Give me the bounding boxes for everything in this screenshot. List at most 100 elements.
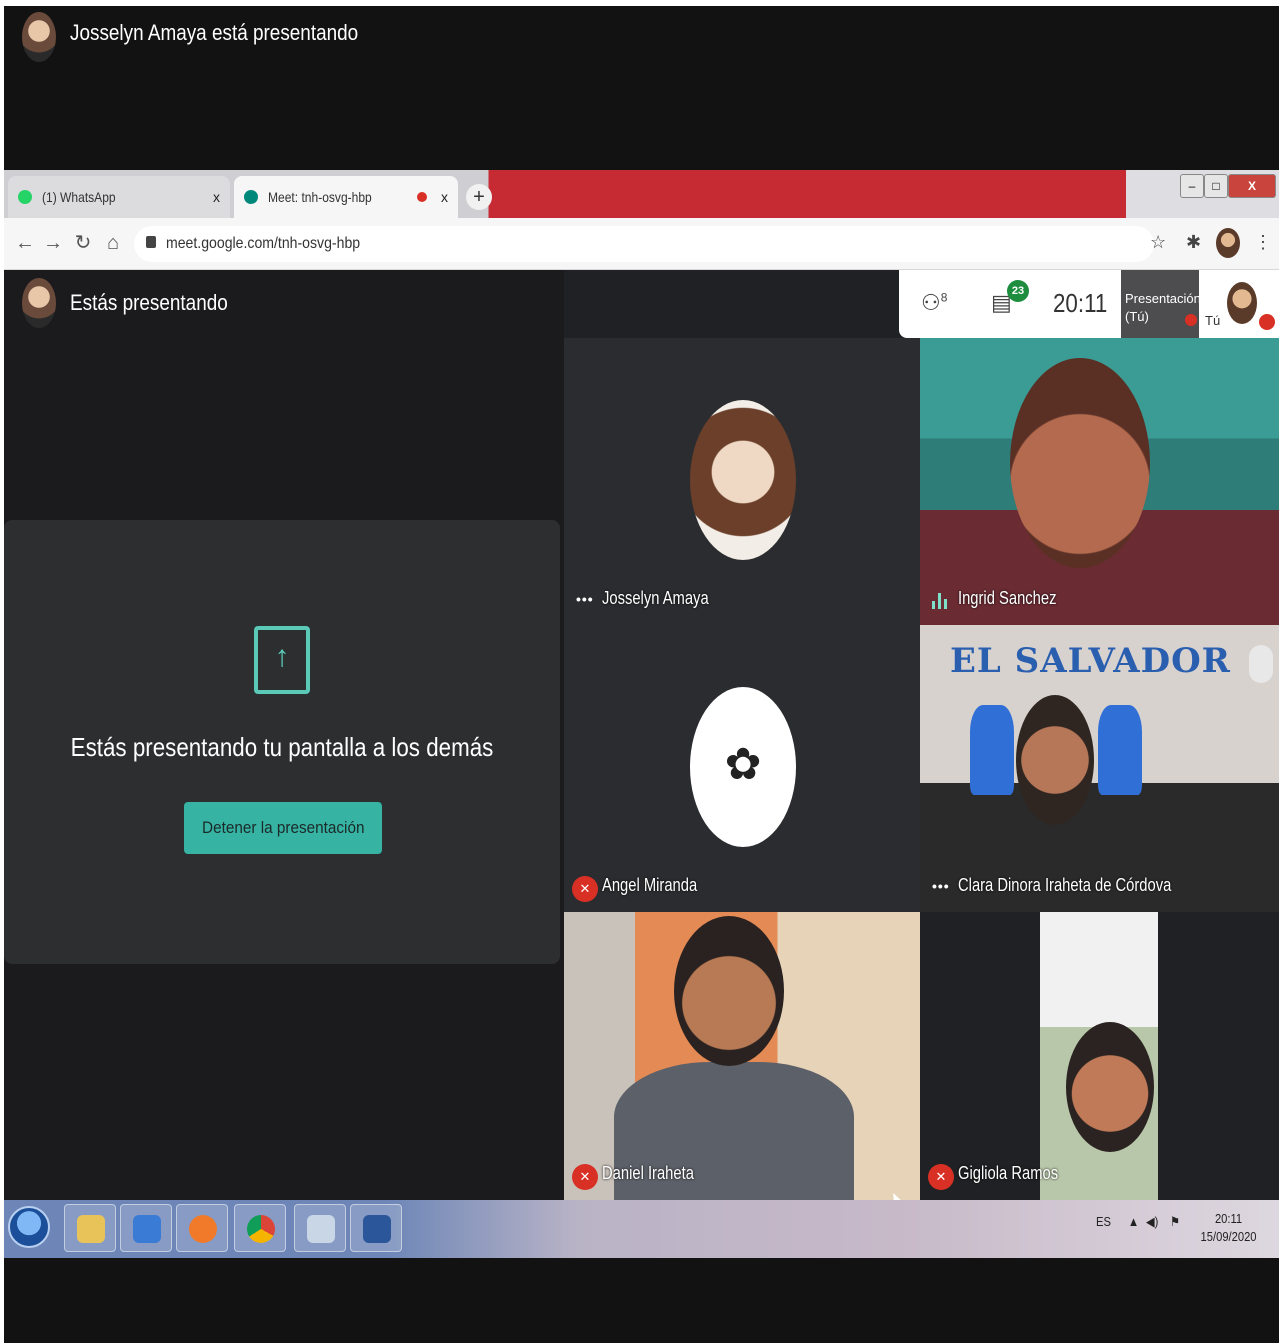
- maximize-button[interactable]: □: [1204, 174, 1228, 198]
- participant-tile-daniel[interactable]: ✕ Daniel Iraheta: [564, 912, 920, 1200]
- participant-tile-gigliola[interactable]: ✕ Gigliola Ramos: [920, 912, 1279, 1200]
- close-window-button[interactable]: X: [1228, 174, 1276, 198]
- taskbar: ES ▲ ◀) ⚑ 20:11 15/09/2020: [4, 1200, 1279, 1258]
- extensions-icon[interactable]: ✱: [1186, 232, 1201, 253]
- chrome-icon: [247, 1215, 275, 1243]
- video-feed: [1016, 695, 1094, 825]
- action-center-flag-icon[interactable]: ⚑: [1170, 1214, 1180, 1230]
- stop-presenting-button[interactable]: Detener la presentación: [184, 802, 382, 854]
- participant-name: Josselyn Amaya: [602, 588, 709, 608]
- decoration: [1098, 705, 1142, 795]
- participant-name: Angel Miranda: [602, 875, 698, 895]
- profile-avatar[interactable]: [1216, 228, 1240, 258]
- taskbar-word[interactable]: [350, 1204, 402, 1252]
- browser-window: (1) WhatsApp x Meet: tnh-osvg-hbp x + – …: [4, 170, 1279, 1213]
- reload-icon[interactable]: ↻: [72, 232, 94, 254]
- tab-whatsapp[interactable]: (1) WhatsApp x: [8, 176, 230, 218]
- self-tile-title: Presentación: [1125, 291, 1201, 306]
- speaking-indicator-icon: [932, 593, 948, 609]
- participant-name: Ingrid Sanchez: [958, 588, 1057, 608]
- firefox-icon: [189, 1215, 217, 1243]
- clock-time: 20:11: [1214, 1211, 1243, 1226]
- mic-off-icon: ✕: [572, 876, 598, 902]
- video-feed: [1066, 1022, 1154, 1152]
- chat-icon[interactable]: ▤ 23: [991, 280, 1029, 316]
- home-icon[interactable]: ⌂: [102, 232, 124, 254]
- mic-off-icon: [1185, 314, 1197, 326]
- chat-badge: 23: [1007, 280, 1029, 302]
- self-avatar[interactable]: [1227, 282, 1257, 324]
- avatar: [690, 400, 796, 560]
- participant-name: Gigliola Ramos: [958, 1163, 1059, 1183]
- people-icon[interactable]: ⚇8: [921, 290, 947, 316]
- background-banner-text: EL SALVADOR: [950, 641, 1231, 681]
- close-tab-icon[interactable]: x: [213, 189, 220, 205]
- media-player-icon: [133, 1215, 161, 1243]
- presenting-message: Estás presentando tu pantalla a los demá…: [70, 732, 494, 762]
- tab-label: (1) WhatsApp: [42, 189, 116, 205]
- mic-off-icon: ✕: [928, 1164, 954, 1190]
- mic-off-icon: ✕: [572, 1164, 598, 1190]
- presenting-label: Estás presentando: [70, 290, 228, 315]
- snipping-tool-icon: [307, 1215, 335, 1243]
- recording-icon: [417, 192, 427, 202]
- url-text: meet.google.com/tnh-osvg-hbp: [166, 235, 361, 252]
- people-count: 8: [940, 290, 948, 305]
- decoration: [970, 705, 1014, 795]
- meet-icon: [244, 190, 258, 204]
- browser-toolbar: ← → ↻ ⌂ meet.google.com/tnh-osvg-hbp ☆ ✱…: [4, 218, 1279, 270]
- taskbar-explorer[interactable]: [64, 1204, 116, 1252]
- stop-presenting-label: Detener la presentación: [201, 818, 365, 837]
- tab-meet[interactable]: Meet: tnh-osvg-hbp x: [234, 176, 458, 218]
- tab-strip: (1) WhatsApp x Meet: tnh-osvg-hbp x + – …: [4, 170, 1279, 218]
- minimize-button[interactable]: –: [1180, 174, 1204, 198]
- screen: Josselyn Amaya está presentando (1) What…: [4, 6, 1279, 1343]
- menu-icon[interactable]: ⋮: [1254, 232, 1272, 253]
- presenter-avatar: [22, 12, 56, 62]
- video-feed: [674, 916, 784, 1066]
- taskbar-chrome[interactable]: [234, 1204, 286, 1252]
- participant-tile-angel[interactable]: ✿ ✕ Angel Miranda: [564, 625, 920, 912]
- pin-icon[interactable]: [1249, 645, 1273, 683]
- volume-icon[interactable]: ◀): [1146, 1214, 1158, 1230]
- presentation-panel: Estás presentando ↑ Estás presentando tu…: [4, 270, 564, 1200]
- address-bar[interactable]: meet.google.com/tnh-osvg-hbp: [134, 226, 1154, 262]
- self-presentation-tile[interactable]: Presentación (Tú) Tú: [1121, 270, 1220, 338]
- meet-page: Estás presentando ↑ Estás presentando tu…: [4, 270, 1279, 1213]
- bookmark-star-icon[interactable]: ☆: [1150, 232, 1166, 253]
- new-tab-button[interactable]: +: [466, 184, 492, 210]
- clock-date: 15/09/2020: [1200, 1229, 1257, 1244]
- language-indicator[interactable]: ES: [1096, 1214, 1111, 1229]
- more-options-icon[interactable]: •••: [932, 878, 950, 894]
- tab-label: Meet: tnh-osvg-hbp: [268, 189, 372, 205]
- mic-off-icon: [1259, 314, 1275, 330]
- presenter-banner: Josselyn Amaya está presentando: [4, 6, 1279, 170]
- participant-name: Clara Dinora Iraheta de Córdova: [958, 875, 1172, 895]
- forward-icon[interactable]: →: [42, 232, 64, 254]
- system-clock[interactable]: 20:11 15/09/2020: [1201, 1210, 1257, 1246]
- taskbar-media-player[interactable]: [120, 1204, 172, 1252]
- taskbar-firefox[interactable]: [176, 1204, 228, 1252]
- meeting-controls: ⚇8 ▤ 23 20:11 Presentación (Tú) Tú: [899, 270, 1279, 338]
- close-tab-icon[interactable]: x: [441, 189, 448, 205]
- participant-tile-clara[interactable]: EL SALVADOR ••• Clara Dinora Iraheta de …: [920, 625, 1279, 912]
- taskbar-snipping-tool[interactable]: [294, 1204, 346, 1252]
- more-options-icon[interactable]: •••: [576, 591, 594, 607]
- self-avatar: [22, 278, 56, 328]
- participant-tile-ingrid[interactable]: Ingrid Sanchez: [920, 338, 1279, 625]
- whatsapp-icon: [18, 190, 32, 204]
- show-hidden-icons-icon[interactable]: ▲: [1128, 1214, 1139, 1229]
- avatar: ✿: [690, 687, 796, 847]
- presenter-banner-text: Josselyn Amaya está presentando: [70, 20, 359, 45]
- back-icon[interactable]: ←: [14, 232, 36, 254]
- participant-tile-josselyn[interactable]: ••• Josselyn Amaya: [564, 338, 920, 625]
- lock-icon: [146, 236, 156, 248]
- letterbox: [4, 1258, 1279, 1343]
- word-icon: [363, 1215, 391, 1243]
- meeting-clock: 20:11: [1053, 288, 1108, 318]
- start-button[interactable]: [8, 1206, 50, 1248]
- folder-icon: [77, 1215, 105, 1243]
- present-card: ↑ Estás presentando tu pantalla a los de…: [4, 520, 560, 964]
- video-feed: [1010, 358, 1150, 568]
- participant-name: Daniel Iraheta: [602, 1163, 694, 1183]
